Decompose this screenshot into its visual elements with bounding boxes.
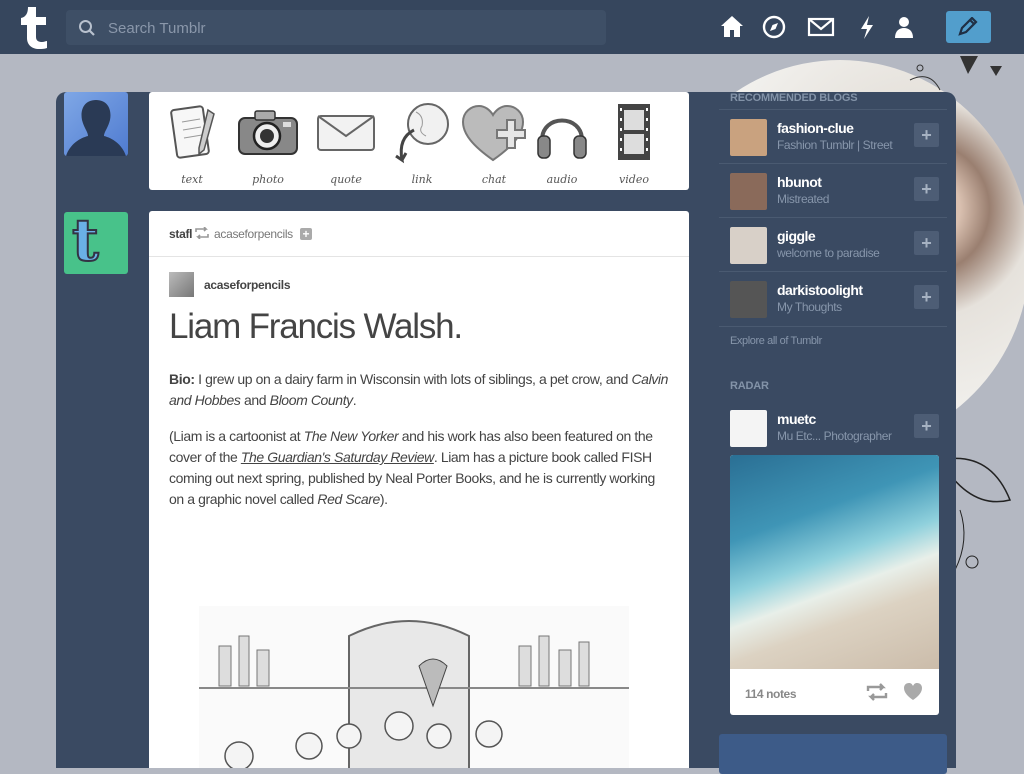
blog-avatar[interactable] <box>730 281 767 318</box>
blog-name[interactable]: fashion-clue <box>777 120 854 136</box>
dashboard-post: stafl acaseforpencils + acaseforpencils … <box>149 211 689 768</box>
post-type-label: text <box>181 173 203 186</box>
follow-button[interactable]: + <box>914 123 939 147</box>
reblog-icon <box>195 227 209 239</box>
bio-label: Bio: <box>169 371 195 387</box>
bio-paragraph: Bio: I grew up on a dairy farm in Wiscon… <box>169 369 669 411</box>
post-type-quote-button[interactable]: quote <box>311 100 381 186</box>
post-type-video-button[interactable]: video <box>599 100 669 186</box>
like-heart-icon[interactable] <box>903 683 923 701</box>
post-type-label: photo <box>252 173 284 186</box>
reblog-icon[interactable] <box>866 683 888 701</box>
blog-description: welcome to paradise <box>777 246 880 260</box>
recommended-blogs-heading: Recommended Blogs <box>730 92 858 104</box>
blog-name[interactable]: muetc <box>777 411 816 427</box>
post-type-label: audio <box>546 173 578 186</box>
post-type-link-button[interactable]: link <box>387 100 457 186</box>
inbox-envelope-icon[interactable] <box>807 14 835 40</box>
bio-text: and <box>240 392 270 408</box>
globe-link-icon <box>395 103 449 164</box>
blog-description: Mistreated <box>777 192 830 206</box>
follow-button[interactable]: + <box>914 231 939 255</box>
body-emphasis: Red Scare <box>317 491 380 507</box>
tumblr-logo-icon[interactable] <box>14 5 54 49</box>
body-text: (Liam is a cartoonist at <box>169 428 304 444</box>
guardian-link[interactable]: The Guardian's Saturday Review <box>241 449 434 465</box>
camera-icon <box>238 110 298 155</box>
post-body: Bio: I grew up on a dairy farm in Wiscon… <box>169 369 669 525</box>
blog-name[interactable]: hbunot <box>777 174 822 190</box>
post-type-label: quote <box>330 173 362 186</box>
blog-avatar[interactable] <box>730 227 767 264</box>
envelope-quote-icon <box>317 115 375 151</box>
search-box[interactable] <box>66 10 606 47</box>
pencil-icon <box>958 17 978 36</box>
activity-lightning-icon[interactable] <box>854 14 880 40</box>
post-type-label: chat <box>481 173 507 186</box>
recommended-blog-item[interactable]: fashion-clue Fashion Tumblr | Street + <box>719 109 947 164</box>
blog-name[interactable]: giggle <box>777 228 816 244</box>
post-type-photo-button[interactable]: photo <box>233 100 303 186</box>
blog-description: Mu Etc... Photographer <box>777 429 892 443</box>
blog-name[interactable]: darkistoolight <box>777 282 863 298</box>
blog-avatar[interactable] <box>730 119 767 156</box>
recommended-blog-item[interactable]: darkistoolight My Thoughts + <box>719 271 947 327</box>
account-person-icon[interactable] <box>891 14 917 40</box>
beach-photo[interactable] <box>730 455 939 669</box>
bio-text: . <box>352 392 357 408</box>
post-title: Liam Francis Walsh. <box>169 307 463 346</box>
radar-post-card[interactable]: 114 notes <box>730 455 939 715</box>
next-radar-card <box>719 734 947 774</box>
body-text: ). <box>379 491 388 507</box>
cartoon-illustration <box>199 606 629 768</box>
post-type-label: link <box>411 173 433 186</box>
blog-avatar[interactable] <box>730 173 767 210</box>
headphones-icon <box>537 118 587 159</box>
text-notepad-icon <box>170 105 215 159</box>
user-avatar[interactable] <box>64 92 128 156</box>
recommended-blog-item[interactable]: giggle welcome to paradise + <box>719 217 947 272</box>
radar-blog-item[interactable]: muetc Mu Etc... Photographer + <box>719 401 947 455</box>
radar-heading: Radar <box>730 380 769 392</box>
source-blog-name[interactable]: acaseforpencils <box>204 278 291 292</box>
notes-count[interactable]: 114 notes <box>745 687 797 701</box>
post-author-avatar[interactable]: t <box>64 212 128 274</box>
post-type-chat-button[interactable]: chat <box>459 100 529 186</box>
post-type-label: video <box>619 173 649 186</box>
follow-button[interactable]: + <box>914 177 939 201</box>
poster-link[interactable]: stafl <box>169 227 192 241</box>
post-header: stafl acaseforpencils + <box>149 211 689 257</box>
bio-emphasis: Bloom County <box>269 392 354 408</box>
blog-avatar[interactable] <box>730 410 767 447</box>
home-icon[interactable] <box>719 14 745 40</box>
search-icon <box>79 20 95 36</box>
body-emphasis: The New Yorker <box>303 428 399 444</box>
post-type-text-button[interactable]: text <box>157 100 227 186</box>
blog-description: Fashion Tumblr | Street <box>777 138 893 152</box>
follow-button[interactable]: + <box>914 285 939 309</box>
tumblr-t-icon: t <box>71 212 100 274</box>
post-type-bar: text photo quote link chat audio video <box>149 92 689 190</box>
post-type-audio-button[interactable]: audio <box>527 100 597 186</box>
explore-compass-icon[interactable] <box>761 14 787 40</box>
top-navigation-bar <box>0 0 1024 54</box>
film-strip-icon <box>618 104 650 160</box>
source-blog-avatar[interactable] <box>169 272 194 297</box>
reblogged-from-link[interactable]: acaseforpencils <box>214 227 293 241</box>
blog-description: My Thoughts <box>777 300 842 314</box>
recommended-blog-item[interactable]: hbunot Mistreated + <box>719 163 947 218</box>
compose-post-button[interactable] <box>946 11 991 43</box>
search-input[interactable] <box>106 10 590 47</box>
bio-text: I grew up on a dairy farm in Wisconsin w… <box>194 371 632 387</box>
description-paragraph: (Liam is a cartoonist at The New Yorker … <box>169 426 669 510</box>
silhouette-icon <box>66 100 126 156</box>
follow-button[interactable]: + <box>914 414 939 438</box>
heart-plus-icon <box>461 104 526 162</box>
follow-plus-icon[interactable]: + <box>300 228 312 240</box>
explore-link[interactable]: Explore all of Tumblr <box>730 335 822 347</box>
